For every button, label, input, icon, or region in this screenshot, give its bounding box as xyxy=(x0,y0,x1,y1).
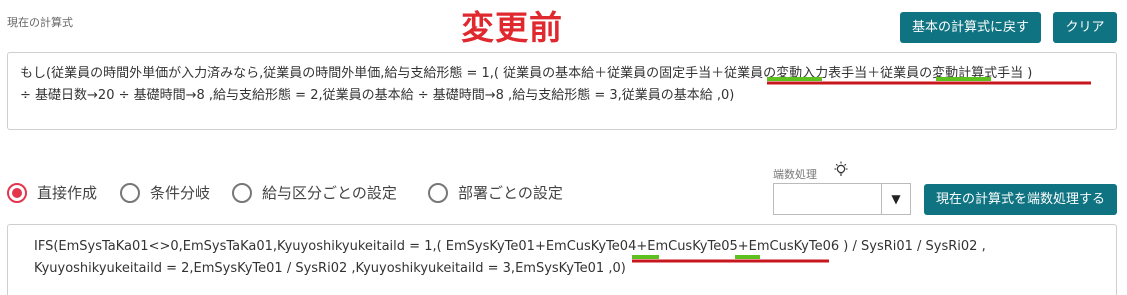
formula-display-line-2: ÷ 基礎日数→20 ÷ 基礎時間→8 ,給与支給形態 = 2,従業員の基本給 ÷… xyxy=(20,88,735,103)
formula-code-line-1: IFS(EmSysTaKa01<>0,EmSysTaKa01,Kyuyoshik… xyxy=(34,239,986,254)
radio-circle-icon xyxy=(7,183,27,203)
radio-label: 条件分岐 xyxy=(150,184,211,202)
reset-to-default-button[interactable]: 基本の計算式に戻す xyxy=(900,12,1041,43)
select-arrow-icon: ▼ xyxy=(881,184,910,214)
before-change-banner: 変更前 xyxy=(461,8,563,47)
radio-label: 直接作成 xyxy=(37,184,98,202)
lightbulb-icon[interactable] xyxy=(832,160,850,178)
clear-button[interactable]: クリア xyxy=(1053,12,1117,43)
radio-circle-icon xyxy=(120,183,140,203)
radio-label: 部署ごとの設定 xyxy=(458,184,563,202)
current-formula-label: 現在の計算式 xyxy=(7,16,73,29)
apply-rounding-button[interactable]: 現在の計算式を端数処理する xyxy=(924,184,1117,215)
radio-circle-icon xyxy=(232,183,252,203)
formula-code-box[interactable]: IFS(EmSysTaKa01<>0,EmSysTaKa01,Kyuyoshik… xyxy=(7,224,1117,295)
radio-label: 給与区分ごとの設定 xyxy=(262,184,397,202)
formula-display-box[interactable]: もし(従業員の時間外単価が入力済みなら,従業員の時間外単価,給与支給形態 = 1… xyxy=(7,52,1117,130)
formula-display-line-1: もし(従業員の時間外単価が入力済みなら,従業員の時間外単価,給与支給形態 = 1… xyxy=(20,66,1033,81)
rounding-select[interactable]: ▼ xyxy=(773,183,911,215)
formula-code-line-2: Kyuyoshikyukeitaild = 2,EmSysKyTe01 / Sy… xyxy=(34,261,626,276)
rounding-label: 端数処理 xyxy=(773,168,817,181)
radio-circle-icon xyxy=(428,183,448,203)
